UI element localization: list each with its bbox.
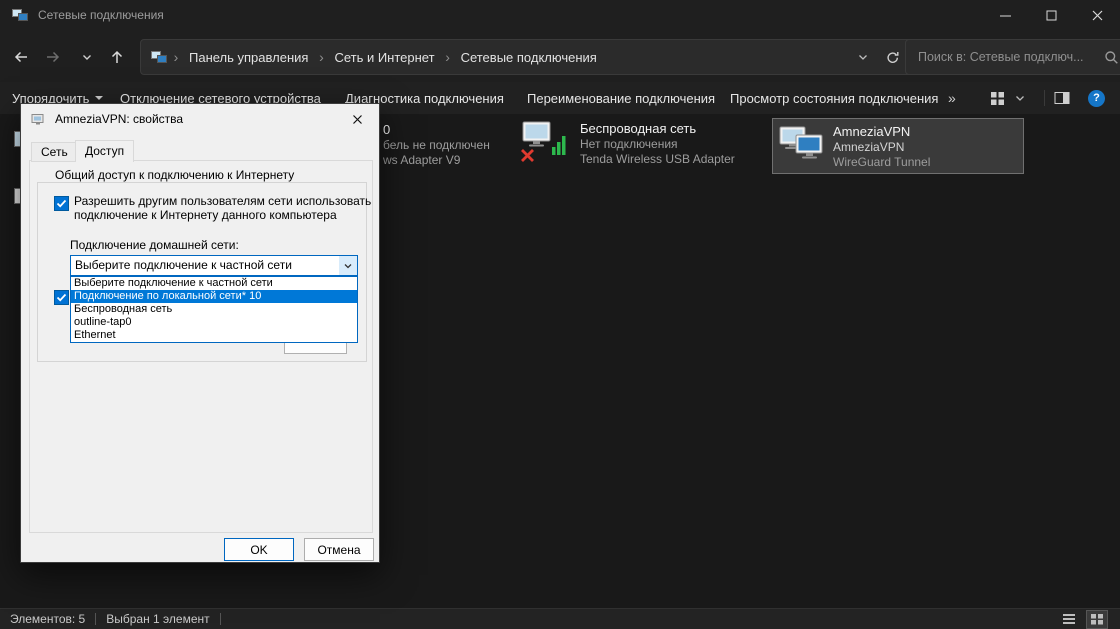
breadcrumb-chevron-icon [443, 49, 453, 65]
rename-connection-button[interactable]: Переименование подключения [527, 82, 715, 114]
vpn-adapter-icon [779, 124, 825, 169]
status-bar: Элементов: 5 Выбран 1 элемент [0, 608, 1120, 629]
combobox-chevron-icon[interactable] [339, 256, 357, 275]
address-dropdown-icon[interactable] [857, 51, 869, 63]
minimize-button[interactable] [982, 0, 1028, 30]
dropdown-option[interactable]: Ethernet [71, 329, 357, 342]
cancel-button[interactable]: Отмена [304, 538, 374, 561]
window-title: Сетевые подключения [38, 8, 164, 22]
connection-status: AmneziaVPN [833, 139, 905, 154]
details-view-icon[interactable] [1058, 610, 1080, 629]
connection-item-wireless[interactable]: Беспроводная сеть Нет подключения Tenda … [520, 120, 735, 168]
allow-sharing-label[interactable]: Разрешить другим пользователям сети испо… [74, 194, 372, 222]
toolbar-divider [1044, 90, 1045, 106]
selection-count: Выбран 1 элемент [106, 612, 210, 626]
close-button[interactable] [1074, 0, 1120, 30]
address-bar[interactable]: Панель управления Сеть и Интернет Сетевы… [140, 39, 915, 75]
dialog-titlebar: AmneziaVPN: свойства [21, 104, 379, 134]
search-input[interactable] [916, 49, 1104, 65]
tab-network[interactable]: Сеть [31, 142, 78, 162]
toolbar-overflow-icon[interactable] [948, 82, 956, 114]
dialog-title: AmneziaVPN: свойства [55, 112, 184, 126]
window-titlebar: Сетевые подключения [0, 0, 1120, 30]
home-network-label: Подключение домашней сети: [70, 238, 239, 252]
connection-status-fragment: бель не подключен [383, 138, 490, 152]
help-icon[interactable] [1088, 82, 1105, 114]
disconnected-x-icon [520, 148, 535, 168]
allow-sharing-checkbox[interactable] [54, 196, 69, 211]
breadcrumb-network-connections[interactable]: Сетевые подключения [457, 50, 601, 65]
connection-item-vpn-selected[interactable]: AmneziaVPN AmneziaVPN WireGuard Tunnel [772, 118, 1024, 174]
window-controls [982, 0, 1120, 30]
connection-name-fragment: 0 [383, 122, 391, 137]
dropdown-option-selected[interactable]: Подключение по локальной сети* 10 [71, 290, 357, 303]
dropdown-option[interactable]: outline-tap0 [71, 316, 357, 329]
breadcrumb-network-internet[interactable]: Сеть и Интернет [330, 50, 438, 65]
connection-device: WireGuard Tunnel [833, 154, 931, 169]
combobox-value: Выберите подключение к частной сети [75, 258, 292, 272]
view-mode-chevron-icon[interactable] [1014, 82, 1026, 114]
connection-device: Tenda Wireless USB Adapter [580, 152, 735, 166]
connection-name: AmneziaVPN [833, 123, 911, 139]
view-mode-icon[interactable] [990, 82, 1005, 114]
app-icon [12, 7, 28, 23]
tab-access[interactable]: Доступ [75, 140, 135, 162]
forward-button[interactable] [40, 44, 66, 70]
search-icon[interactable] [1104, 50, 1119, 65]
statusbar-divider [219, 613, 221, 625]
allow-control-checkbox[interactable] [54, 290, 69, 305]
view-status-label: Просмотр состояния подключения [730, 90, 939, 106]
wireless-adapter-icon [520, 120, 572, 168]
breadcrumb-control-panel[interactable]: Панель управления [185, 50, 312, 65]
connection-item-partial[interactable]: 0 бель не подключен ws Adapter V9 [383, 121, 490, 168]
statusbar-divider [95, 613, 97, 625]
back-button[interactable] [8, 44, 34, 70]
items-count: Элементов: 5 [10, 612, 86, 626]
caret-down-icon [95, 96, 104, 100]
search-box[interactable] [905, 39, 1120, 75]
maximize-button[interactable] [1028, 0, 1074, 30]
up-button[interactable] [104, 44, 130, 70]
breadcrumb-chevron-icon [316, 49, 326, 65]
home-network-dropdown: Выберите подключение к частной сети Подк… [70, 276, 358, 343]
connection-device-fragment: ws Adapter V9 [383, 153, 461, 167]
connection-status: Нет подключения [580, 137, 678, 151]
refresh-icon[interactable] [885, 50, 900, 65]
view-status-button[interactable]: Просмотр состояния подключения [730, 82, 938, 114]
breadcrumb-chevron-icon [171, 49, 181, 65]
dropdown-option[interactable]: Выберите подключение к частной сети [71, 277, 357, 290]
location-icon [151, 49, 167, 65]
recent-locations-chevron-icon[interactable] [74, 44, 100, 70]
properties-dialog: AmneziaVPN: свойства Сеть Доступ Общий д… [20, 103, 380, 563]
dialog-close-icon[interactable] [335, 104, 379, 134]
home-network-combobox[interactable]: Выберите подключение к частной сети [70, 255, 358, 276]
dialog-icon [31, 111, 47, 127]
preview-pane-icon[interactable] [1054, 82, 1070, 114]
ics-group-label: Общий доступ к подключению к Интернету [51, 168, 299, 182]
dropdown-option[interactable]: Беспроводная сеть [71, 303, 357, 316]
rename-label: Переименование подключения [527, 90, 716, 106]
large-icons-view-icon[interactable] [1086, 609, 1108, 629]
navigation-bar: Панель управления Сеть и Интернет Сетевы… [0, 30, 1120, 83]
question-circle-icon [1088, 89, 1105, 107]
ok-button[interactable]: OK [224, 538, 294, 561]
connection-name: Беспроводная сеть [580, 121, 697, 136]
network-connections-window: Сетевые подключения Панель управления [0, 0, 1120, 629]
